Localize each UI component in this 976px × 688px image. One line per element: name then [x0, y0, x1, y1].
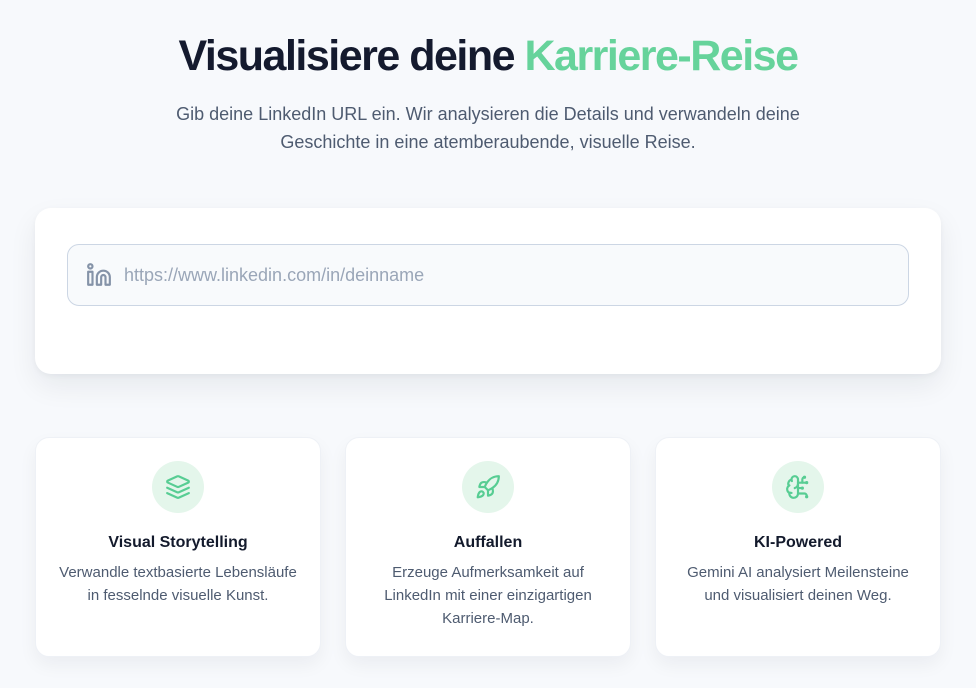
- rocket-icon: [462, 461, 514, 513]
- linkedin-url-input[interactable]: [124, 265, 890, 286]
- feature-card-visual-storytelling: Visual Storytelling Verwandle textbasier…: [35, 437, 321, 657]
- landing-page: Visualisiere deine Karriere-Reise Gib de…: [0, 30, 976, 688]
- page-title: Visualisiere deine Karriere-Reise: [35, 30, 941, 82]
- layers-icon: [152, 461, 204, 513]
- features-section: Visual Storytelling Verwandle textbasier…: [35, 437, 941, 657]
- hero-subtitle-line-1: Gib deine LinkedIn URL ein. Wir analysie…: [35, 100, 941, 128]
- page-title-accent: Karriere-Reise: [524, 32, 797, 80]
- linkedin-url-input-group[interactable]: [67, 244, 909, 306]
- brain-circuit-icon: [772, 461, 824, 513]
- feature-card-auffallen: Auffallen Erzeuge Aufmerksamkeit auf Lin…: [345, 437, 631, 657]
- feature-description: Verwandle textbasierte Lebensläufe in fe…: [56, 561, 300, 607]
- feature-description: Erzeuge Aufmerksamkeit auf LinkedIn mit …: [366, 561, 610, 630]
- linkedin-icon: [86, 262, 112, 288]
- feature-card-ki-powered: KI-Powered Gemini AI analysiert Meilenst…: [655, 437, 941, 657]
- feature-title: KI-Powered: [676, 534, 920, 552]
- hero-subtitle-line-2: Geschichte in eine atemberaubende, visue…: [35, 128, 941, 156]
- page-title-dark: Visualisiere deine: [179, 32, 515, 80]
- feature-title: Visual Storytelling: [56, 534, 300, 552]
- hero-subtitle: Gib deine LinkedIn URL ein. Wir analysie…: [35, 100, 941, 156]
- feature-title: Auffallen: [366, 534, 610, 552]
- feature-description: Gemini AI analysiert Meilensteine und vi…: [676, 561, 920, 607]
- linkedin-url-card: [35, 208, 941, 374]
- hero-section: Visualisiere deine Karriere-Reise Gib de…: [35, 30, 941, 156]
